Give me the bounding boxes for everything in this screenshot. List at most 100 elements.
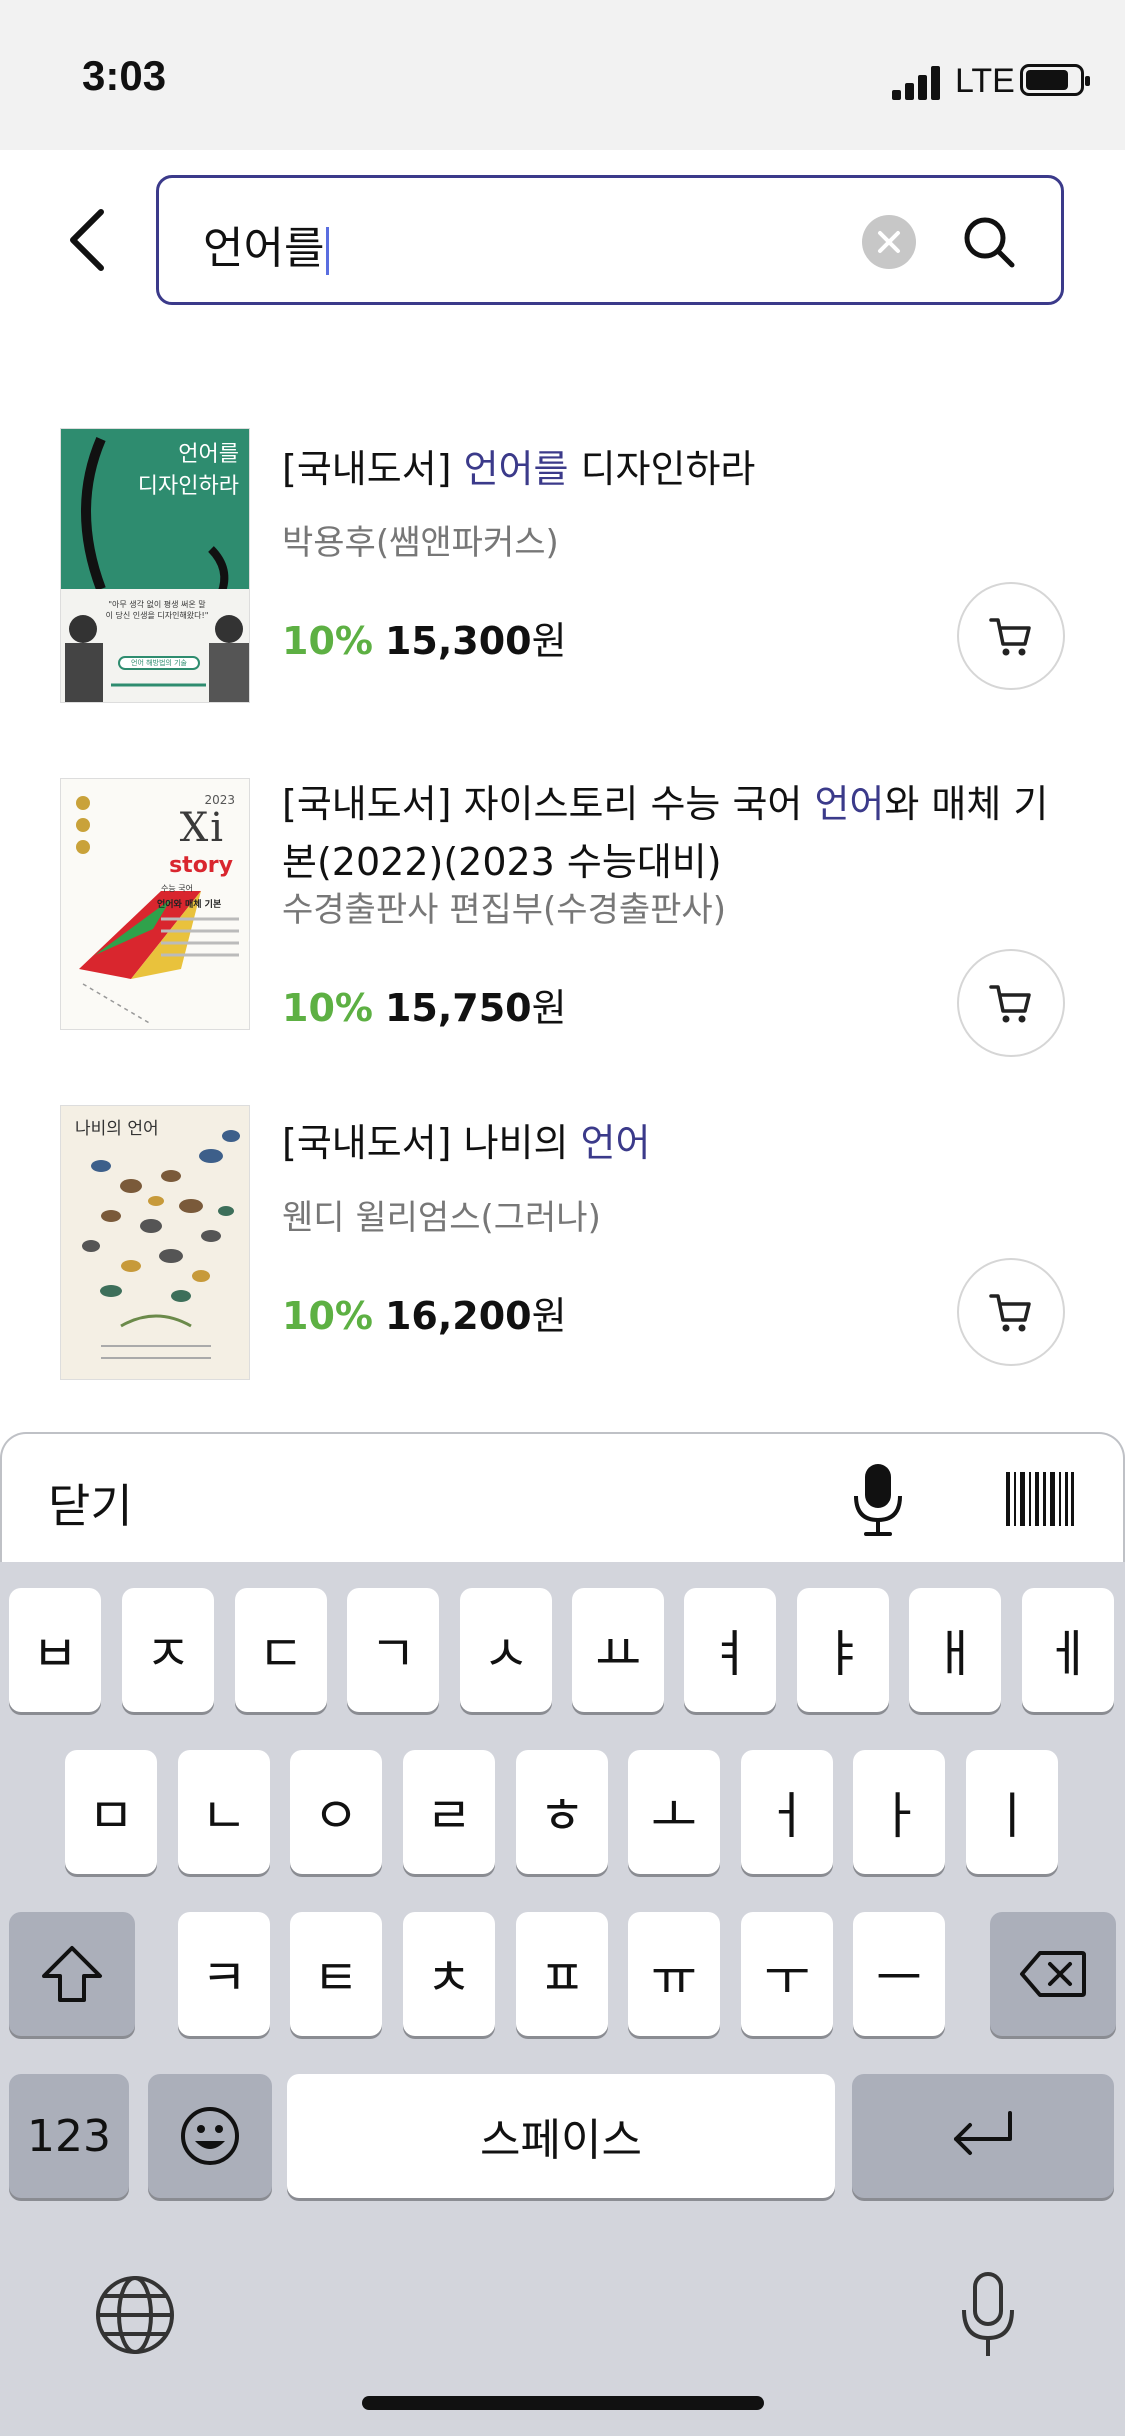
price-row: 10% 16,200원 xyxy=(282,1285,567,1340)
key[interactable]: ㅁ xyxy=(65,1750,157,1874)
book-cover-subject: 수능 국어 xyxy=(161,884,193,893)
book-title[interactable]: [국내도서] 언어를 디자인하라 xyxy=(282,440,1072,498)
key[interactable]: ㅓ xyxy=(741,1750,833,1874)
title-before: 나비의 xyxy=(451,1121,581,1165)
key[interactable]: ㅠ xyxy=(628,1912,720,2036)
clear-button[interactable] xyxy=(862,215,916,269)
key[interactable]: ㄹ xyxy=(403,1750,495,1874)
book-cover-title: 언어를 디자인하라 xyxy=(137,442,239,499)
return-icon xyxy=(954,2111,1012,2155)
price-currency: 원 xyxy=(531,986,567,1030)
barcode-scan-button[interactable] xyxy=(1006,1472,1074,1526)
add-to-cart-button[interactable] xyxy=(957,1258,1065,1366)
numbers-key[interactable]: 123 xyxy=(9,2074,129,2198)
search-query-wrap: 언어를 xyxy=(203,212,330,276)
title-after: 디자인하라 xyxy=(568,447,756,491)
backspace-icon xyxy=(1020,1951,1086,1997)
book-author: 수경출판사 편집부(수경출판사) xyxy=(282,890,726,930)
book-title[interactable]: [국내도서] 나비의 언어 xyxy=(282,1114,1072,1172)
signal-icon xyxy=(892,66,944,100)
title-category: [국내도서] xyxy=(282,447,452,491)
key[interactable]: ㅅ xyxy=(460,1588,552,1712)
add-to-cart-button[interactable] xyxy=(957,949,1065,1057)
space-key[interactable]: 스페이스 xyxy=(287,2074,835,2198)
title-highlight: 언어 xyxy=(814,782,885,826)
key[interactable]: ㄱ xyxy=(347,1588,439,1712)
key[interactable]: ㅔ xyxy=(1022,1588,1114,1712)
close-keyboard-button[interactable]: 닫기 xyxy=(48,1470,133,1536)
status-time: 3:03 xyxy=(82,52,167,99)
network-label: LTE xyxy=(955,62,1015,100)
key[interactable]: ㅛ xyxy=(572,1588,664,1712)
key[interactable]: ㅂ xyxy=(9,1588,101,1712)
key[interactable]: ㅜ xyxy=(741,1912,833,2036)
price-row: 10% 15,300원 xyxy=(282,610,567,665)
book-cover-badge: 언어 해방법의 기술 xyxy=(131,659,187,667)
voice-search-button[interactable] xyxy=(850,1462,906,1538)
key[interactable]: ㅌ xyxy=(290,1912,382,2036)
book-cover-name: 언어와 매체 기본 xyxy=(157,900,222,910)
key[interactable]: ㄴ xyxy=(178,1750,270,1874)
key[interactable]: ㅑ xyxy=(797,1588,889,1712)
globe-icon[interactable] xyxy=(94,2274,176,2356)
title-category: [국내도서] xyxy=(282,1121,452,1165)
search-query: 언어를 xyxy=(203,223,325,274)
book-cover-art xyxy=(61,1106,249,1379)
price-currency: 원 xyxy=(531,1294,567,1338)
battery-icon xyxy=(1020,64,1090,96)
key[interactable]: ㅊ xyxy=(403,1912,495,2036)
clear-icon xyxy=(878,231,900,253)
title-before: 자이스토리 수능 국어 xyxy=(451,782,815,826)
search-icon xyxy=(964,217,1015,268)
discount-rate: 10% xyxy=(282,1294,373,1338)
shift-icon xyxy=(42,1946,102,2002)
book-cover-quote: "아무 생각 없이 평생 써온 말이 당신 인생을 디자인해왔다!" xyxy=(105,600,209,620)
key[interactable]: ㅕ xyxy=(684,1588,776,1712)
title-highlight: 언어를 xyxy=(463,447,569,491)
key[interactable]: ㅡ xyxy=(853,1912,945,2036)
price-value: 15,300 xyxy=(384,619,532,663)
home-indicator[interactable] xyxy=(362,2396,764,2410)
emoji-key[interactable] xyxy=(148,2074,272,2198)
key[interactable]: ㅈ xyxy=(122,1588,214,1712)
emoji-icon xyxy=(181,2107,239,2165)
dictation-mic-icon[interactable] xyxy=(958,2270,1018,2360)
key[interactable]: ㅇ xyxy=(290,1750,382,1874)
cart-icon xyxy=(989,1294,1031,1332)
back-icon xyxy=(70,209,104,271)
key[interactable]: ㅐ xyxy=(909,1588,1001,1712)
book-title[interactable]: [국내도서] 자이스토리 수능 국어 언어와 매체 기본(2022)(2023 … xyxy=(282,775,1072,891)
price-row: 10% 15,750원 xyxy=(282,977,567,1032)
price-value: 15,750 xyxy=(384,986,532,1030)
text-caret xyxy=(326,227,330,275)
title-highlight: 언어 xyxy=(580,1121,651,1165)
return-key[interactable] xyxy=(852,2074,1114,2198)
book-author: 박용후(쌤앤파커스) xyxy=(282,523,559,563)
status-bar: 3:03 LTE xyxy=(0,0,1125,150)
back-button[interactable] xyxy=(52,200,122,280)
title-category: [국내도서] xyxy=(282,782,452,826)
cart-icon xyxy=(989,618,1031,656)
keyboard-accessory-bar: 닫기 xyxy=(0,1432,1125,1562)
key[interactable]: ㅗ xyxy=(628,1750,720,1874)
search-button[interactable] xyxy=(957,210,1021,274)
backspace-key[interactable] xyxy=(990,1912,1116,2036)
shift-key[interactable] xyxy=(9,1912,135,2036)
discount-rate: 10% xyxy=(282,619,373,663)
title-before xyxy=(452,447,464,491)
book-cover[interactable]: 2023 Xi story 수능 국어 언어와 매체 기본 xyxy=(60,778,250,1030)
search-input[interactable]: 언어를 xyxy=(156,175,1064,305)
key[interactable]: ㅏ xyxy=(853,1750,945,1874)
discount-rate: 10% xyxy=(282,986,373,1030)
key[interactable]: ㅍ xyxy=(516,1912,608,2036)
book-cover-sub: story xyxy=(169,853,233,878)
book-cover[interactable]: 언어를 디자인하라 "아무 생각 없이 평생 써온 말이 당신 인생을 디자인해… xyxy=(60,428,250,703)
price-currency: 원 xyxy=(531,619,567,663)
price-value: 16,200 xyxy=(384,1294,532,1338)
key[interactable]: ㅎ xyxy=(516,1750,608,1874)
key[interactable]: ㄷ xyxy=(235,1588,327,1712)
key[interactable]: ㅣ xyxy=(966,1750,1058,1874)
add-to-cart-button[interactable] xyxy=(957,582,1065,690)
book-cover[interactable]: 나비의 언어 xyxy=(60,1105,250,1380)
key[interactable]: ㅋ xyxy=(178,1912,270,2036)
